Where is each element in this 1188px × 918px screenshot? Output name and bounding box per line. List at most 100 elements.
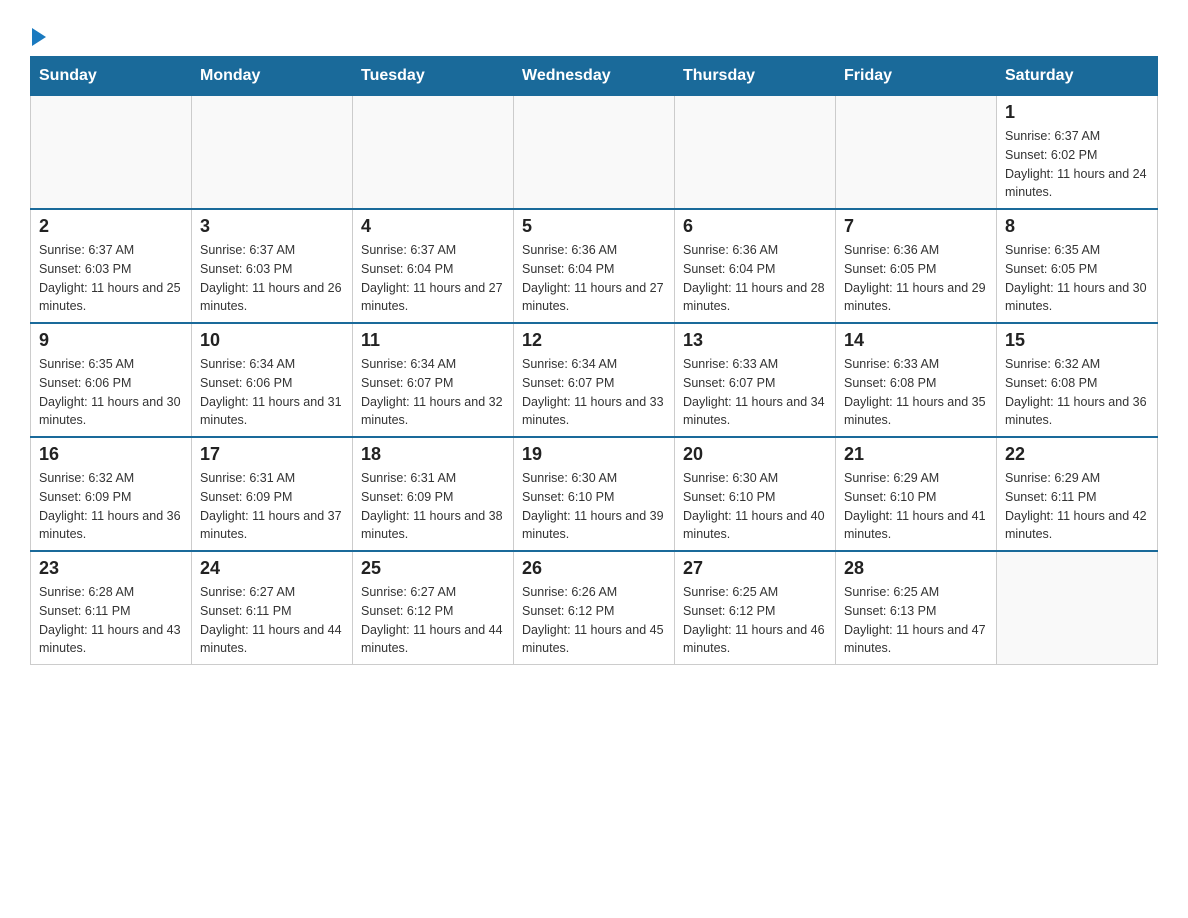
calendar-cell: 27 Sunrise: 6:25 AMSunset: 6:12 PMDayligh… xyxy=(675,551,836,665)
day-info: Sunrise: 6:30 AMSunset: 6:10 PMDaylight:… xyxy=(683,469,827,544)
calendar-cell: 11Sunrise: 6:34 AMSunset: 6:07 PMDayligh… xyxy=(353,323,514,437)
day-info: Sunrise: 6:27 AMSunset: 6:11 PMDaylight:… xyxy=(200,583,344,658)
day-of-week-header: Thursday xyxy=(675,57,836,96)
day-of-week-header: Saturday xyxy=(997,57,1158,96)
calendar-header-row: SundayMondayTuesdayWednesdayThursdayFrid… xyxy=(31,57,1158,96)
calendar-week-row: 23Sunrise: 6:28 AMSunset: 6:11 PMDayligh… xyxy=(31,551,1158,665)
day-info: Sunrise: 6:30 AMSunset: 6:10 PMDaylight:… xyxy=(522,469,666,544)
calendar-cell: 8 Sunrise: 6:35 AMSunset: 6:05 PMDaylight… xyxy=(997,209,1158,323)
logo xyxy=(30,20,46,46)
calendar-cell xyxy=(514,96,675,210)
day-number: 22 xyxy=(1005,444,1149,465)
day-of-week-header: Monday xyxy=(192,57,353,96)
day-number: 24 xyxy=(200,558,344,579)
day-info: Sunrise: 6:35 AMSunset: 6:06 PMDaylight:… xyxy=(39,355,183,430)
calendar-week-row: 2 Sunrise: 6:37 AMSunset: 6:03 PMDaylight… xyxy=(31,209,1158,323)
day-info: Sunrise: 6:33 AMSunset: 6:07 PMDaylight:… xyxy=(683,355,827,430)
day-number: 27 xyxy=(683,558,827,579)
calendar-cell xyxy=(675,96,836,210)
day-info: Sunrise: 6:37 AMSunset: 6:03 PMDaylight:… xyxy=(200,241,344,316)
calendar-cell: 10 Sunrise: 6:34 AMSunset: 6:06 PMDayligh… xyxy=(192,323,353,437)
day-number: 25 xyxy=(361,558,505,579)
day-number: 10 xyxy=(200,330,344,351)
day-number: 19 xyxy=(522,444,666,465)
day-number: 8 xyxy=(1005,216,1149,237)
day-info: Sunrise: 6:34 AMSunset: 6:07 PMDaylight:… xyxy=(361,355,505,430)
calendar-week-row: 16 Sunrise: 6:32 AMSunset: 6:09 PMDayligh… xyxy=(31,437,1158,551)
calendar-cell: 1 Sunrise: 6:37 AMSunset: 6:02 PMDaylight… xyxy=(997,96,1158,210)
calendar-cell: 7 Sunrise: 6:36 AMSunset: 6:05 PMDaylight… xyxy=(836,209,997,323)
calendar-cell xyxy=(997,551,1158,665)
day-info: Sunrise: 6:26 AMSunset: 6:12 PMDaylight:… xyxy=(522,583,666,658)
calendar-cell: 26 Sunrise: 6:26 AMSunset: 6:12 PMDayligh… xyxy=(514,551,675,665)
day-info: Sunrise: 6:35 AMSunset: 6:05 PMDaylight:… xyxy=(1005,241,1149,316)
calendar-cell: 25 Sunrise: 6:27 AMSunset: 6:12 PMDayligh… xyxy=(353,551,514,665)
day-number: 7 xyxy=(844,216,988,237)
calendar-cell: 12 Sunrise: 6:34 AMSunset: 6:07 PMDayligh… xyxy=(514,323,675,437)
day-number: 14 xyxy=(844,330,988,351)
day-of-week-header: Sunday xyxy=(31,57,192,96)
calendar-cell xyxy=(353,96,514,210)
day-number: 28 xyxy=(844,558,988,579)
calendar-cell: 4 Sunrise: 6:37 AMSunset: 6:04 PMDaylight… xyxy=(353,209,514,323)
calendar-cell: 15 Sunrise: 6:32 AMSunset: 6:08 PMDayligh… xyxy=(997,323,1158,437)
day-info: Sunrise: 6:37 AMSunset: 6:03 PMDaylight:… xyxy=(39,241,183,316)
calendar-cell: 14 Sunrise: 6:33 AMSunset: 6:08 PMDayligh… xyxy=(836,323,997,437)
day-number: 5 xyxy=(522,216,666,237)
day-info: Sunrise: 6:28 AMSunset: 6:11 PMDaylight:… xyxy=(39,583,183,658)
calendar-cell: 23Sunrise: 6:28 AMSunset: 6:11 PMDayligh… xyxy=(31,551,192,665)
day-of-week-header: Tuesday xyxy=(353,57,514,96)
calendar-cell: 24 Sunrise: 6:27 AMSunset: 6:11 PMDayligh… xyxy=(192,551,353,665)
day-number: 9 xyxy=(39,330,183,351)
calendar-cell xyxy=(31,96,192,210)
day-number: 12 xyxy=(522,330,666,351)
day-number: 6 xyxy=(683,216,827,237)
day-number: 18 xyxy=(361,444,505,465)
calendar-cell xyxy=(192,96,353,210)
day-number: 15 xyxy=(1005,330,1149,351)
day-info: Sunrise: 6:27 AMSunset: 6:12 PMDaylight:… xyxy=(361,583,505,658)
calendar-cell: 17 Sunrise: 6:31 AMSunset: 6:09 PMDayligh… xyxy=(192,437,353,551)
day-number: 20 xyxy=(683,444,827,465)
day-number: 4 xyxy=(361,216,505,237)
day-number: 13 xyxy=(683,330,827,351)
day-of-week-header: Friday xyxy=(836,57,997,96)
day-info: Sunrise: 6:25 AMSunset: 6:13 PMDaylight:… xyxy=(844,583,988,658)
day-info: Sunrise: 6:36 AMSunset: 6:04 PMDaylight:… xyxy=(683,241,827,316)
calendar-cell: 28 Sunrise: 6:25 AMSunset: 6:13 PMDayligh… xyxy=(836,551,997,665)
day-number: 26 xyxy=(522,558,666,579)
calendar-cell: 20 Sunrise: 6:30 AMSunset: 6:10 PMDayligh… xyxy=(675,437,836,551)
day-info: Sunrise: 6:29 AMSunset: 6:11 PMDaylight:… xyxy=(1005,469,1149,544)
calendar-cell: 22 Sunrise: 6:29 AMSunset: 6:11 PMDayligh… xyxy=(997,437,1158,551)
calendar-cell: 19 Sunrise: 6:30 AMSunset: 6:10 PMDayligh… xyxy=(514,437,675,551)
calendar-cell: 6 Sunrise: 6:36 AMSunset: 6:04 PMDaylight… xyxy=(675,209,836,323)
day-info: Sunrise: 6:34 AMSunset: 6:07 PMDaylight:… xyxy=(522,355,666,430)
calendar-cell: 2 Sunrise: 6:37 AMSunset: 6:03 PMDaylight… xyxy=(31,209,192,323)
day-info: Sunrise: 6:32 AMSunset: 6:09 PMDaylight:… xyxy=(39,469,183,544)
day-info: Sunrise: 6:37 AMSunset: 6:02 PMDaylight:… xyxy=(1005,127,1149,202)
day-number: 3 xyxy=(200,216,344,237)
day-number: 16 xyxy=(39,444,183,465)
day-number: 1 xyxy=(1005,102,1149,123)
day-info: Sunrise: 6:32 AMSunset: 6:08 PMDaylight:… xyxy=(1005,355,1149,430)
day-info: Sunrise: 6:25 AMSunset: 6:12 PMDaylight:… xyxy=(683,583,827,658)
day-number: 2 xyxy=(39,216,183,237)
day-info: Sunrise: 6:31 AMSunset: 6:09 PMDaylight:… xyxy=(200,469,344,544)
calendar-week-row: 9 Sunrise: 6:35 AMSunset: 6:06 PMDaylight… xyxy=(31,323,1158,437)
day-info: Sunrise: 6:31 AMSunset: 6:09 PMDaylight:… xyxy=(361,469,505,544)
calendar-cell: 9 Sunrise: 6:35 AMSunset: 6:06 PMDaylight… xyxy=(31,323,192,437)
day-number: 17 xyxy=(200,444,344,465)
day-info: Sunrise: 6:29 AMSunset: 6:10 PMDaylight:… xyxy=(844,469,988,544)
day-info: Sunrise: 6:33 AMSunset: 6:08 PMDaylight:… xyxy=(844,355,988,430)
calendar-week-row: 1 Sunrise: 6:37 AMSunset: 6:02 PMDaylight… xyxy=(31,96,1158,210)
day-of-week-header: Wednesday xyxy=(514,57,675,96)
page-header xyxy=(30,20,1158,46)
calendar-cell xyxy=(836,96,997,210)
day-info: Sunrise: 6:36 AMSunset: 6:05 PMDaylight:… xyxy=(844,241,988,316)
calendar-cell: 5Sunrise: 6:36 AMSunset: 6:04 PMDaylight… xyxy=(514,209,675,323)
day-number: 21 xyxy=(844,444,988,465)
day-info: Sunrise: 6:37 AMSunset: 6:04 PMDaylight:… xyxy=(361,241,505,316)
day-info: Sunrise: 6:34 AMSunset: 6:06 PMDaylight:… xyxy=(200,355,344,430)
calendar-cell: 21 Sunrise: 6:29 AMSunset: 6:10 PMDayligh… xyxy=(836,437,997,551)
calendar-cell: 3 Sunrise: 6:37 AMSunset: 6:03 PMDaylight… xyxy=(192,209,353,323)
